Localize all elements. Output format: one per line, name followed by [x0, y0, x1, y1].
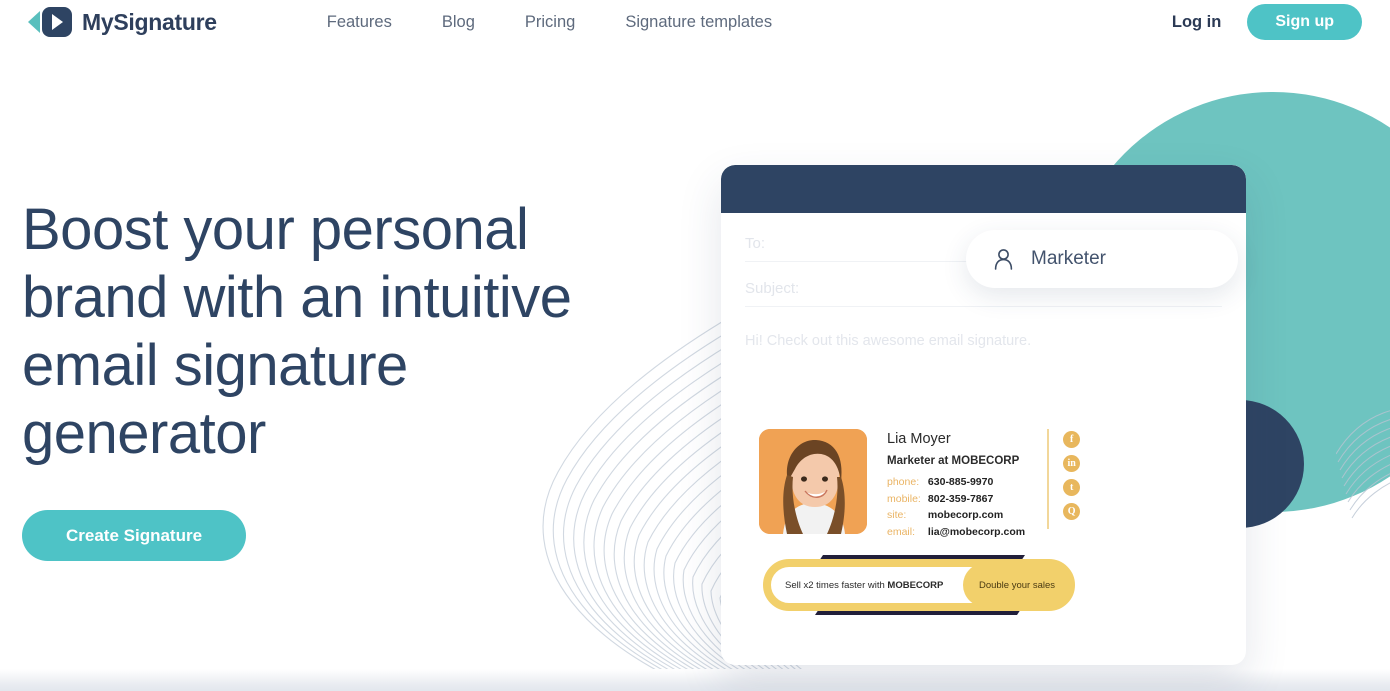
signature-contact-key: site:	[887, 509, 907, 521]
signup-button[interactable]: Sign up	[1247, 4, 1362, 40]
signature-contact-value: 802-359-7867	[927, 492, 994, 505]
signature-contact-value[interactable]: lia@mobecorp.com	[928, 526, 1025, 538]
promo-text-plain: Sell x2 times faster with	[785, 579, 888, 591]
email-greeting-text: Hi! Check out this awesome email signatu…	[745, 333, 1032, 349]
signature-contact-value: 630-885-9970	[927, 476, 994, 488]
signature-contact-phone: phone: 630-885-9970	[887, 476, 1025, 488]
avatar-illustration	[759, 429, 867, 534]
nav-item-features[interactable]: Features	[327, 13, 392, 32]
avatar	[759, 429, 867, 534]
play-triangle-logo-icon	[28, 6, 74, 38]
signature-contact-key: email:	[887, 525, 916, 538]
main-navigation: Features Blog Pricing Signature template…	[327, 13, 772, 32]
marketer-suggestion-pill[interactable]: Marketer	[966, 230, 1238, 288]
nav-item-signature-templates[interactable]: Signature templates	[625, 13, 772, 32]
quora-icon[interactable]: Q	[1063, 503, 1081, 520]
twitter-icon[interactable]: t	[1063, 479, 1081, 496]
signature-details: Lia Moyer Marketer at MOBECORP phone: 63…	[887, 429, 1025, 542]
person-icon	[994, 248, 1013, 270]
nav-item-blog[interactable]: Blog	[442, 13, 475, 32]
concentric-swirl-right-decoration	[1336, 410, 1390, 519]
email-signature-block: Lia Moyer Marketer at MOBECORP phone: 63…	[759, 429, 1081, 542]
hero-section: Boost your personal brand with an intuit…	[22, 196, 662, 561]
signature-name: Lia Moyer	[887, 431, 951, 447]
facebook-icon[interactable]: f	[1063, 431, 1081, 448]
linkedin-icon[interactable]: in	[1063, 455, 1081, 472]
bottom-gradient-band	[0, 669, 1390, 691]
nav-item-pricing[interactable]: Pricing	[525, 13, 575, 32]
landing-page: MySignature Features Blog Pricing Signat…	[0, 0, 1390, 691]
signature-contact-mobile: mobile: 802-359-7867	[887, 493, 1025, 505]
signature-contact-key: phone:	[887, 476, 920, 488]
signature-divider	[1047, 429, 1050, 529]
signature-contact-value[interactable]: mobecorp.com	[928, 509, 1003, 521]
promo-cta-button[interactable]: Double your sales	[962, 563, 1071, 607]
login-link[interactable]: Log in	[1172, 13, 1221, 32]
create-signature-button[interactable]: Create Signature	[22, 510, 247, 561]
promo-text: Sell x2 times faster with MOBECORP	[785, 580, 943, 591]
header-actions: Log in Sign up	[1172, 4, 1362, 40]
promo-text-brand: MOBECORP	[887, 579, 944, 591]
signature-contact-site: site: mobecorp.com	[887, 509, 1025, 521]
promo-pill: Sell x2 times faster with MOBECORP Doubl…	[763, 559, 1075, 611]
signature-contact-key: mobile:	[887, 492, 921, 505]
site-header: MySignature Features Blog Pricing Signat…	[0, 0, 1390, 44]
signature-role: Marketer at MOBECORP	[887, 455, 1020, 467]
email-titlebar	[721, 165, 1246, 213]
logo[interactable]: MySignature	[28, 6, 217, 38]
promo-banner: Sell x2 times faster with MOBECORP Doubl…	[763, 555, 1075, 615]
signature-contact-email: email: lia@mobecorp.com	[887, 526, 1025, 538]
marketer-label: Marketer	[1031, 248, 1106, 269]
brand-name: MySignature	[82, 8, 217, 35]
signature-social-links: f in t Q	[1063, 429, 1081, 520]
hero-title: Boost your personal brand with an intuit…	[22, 197, 572, 466]
